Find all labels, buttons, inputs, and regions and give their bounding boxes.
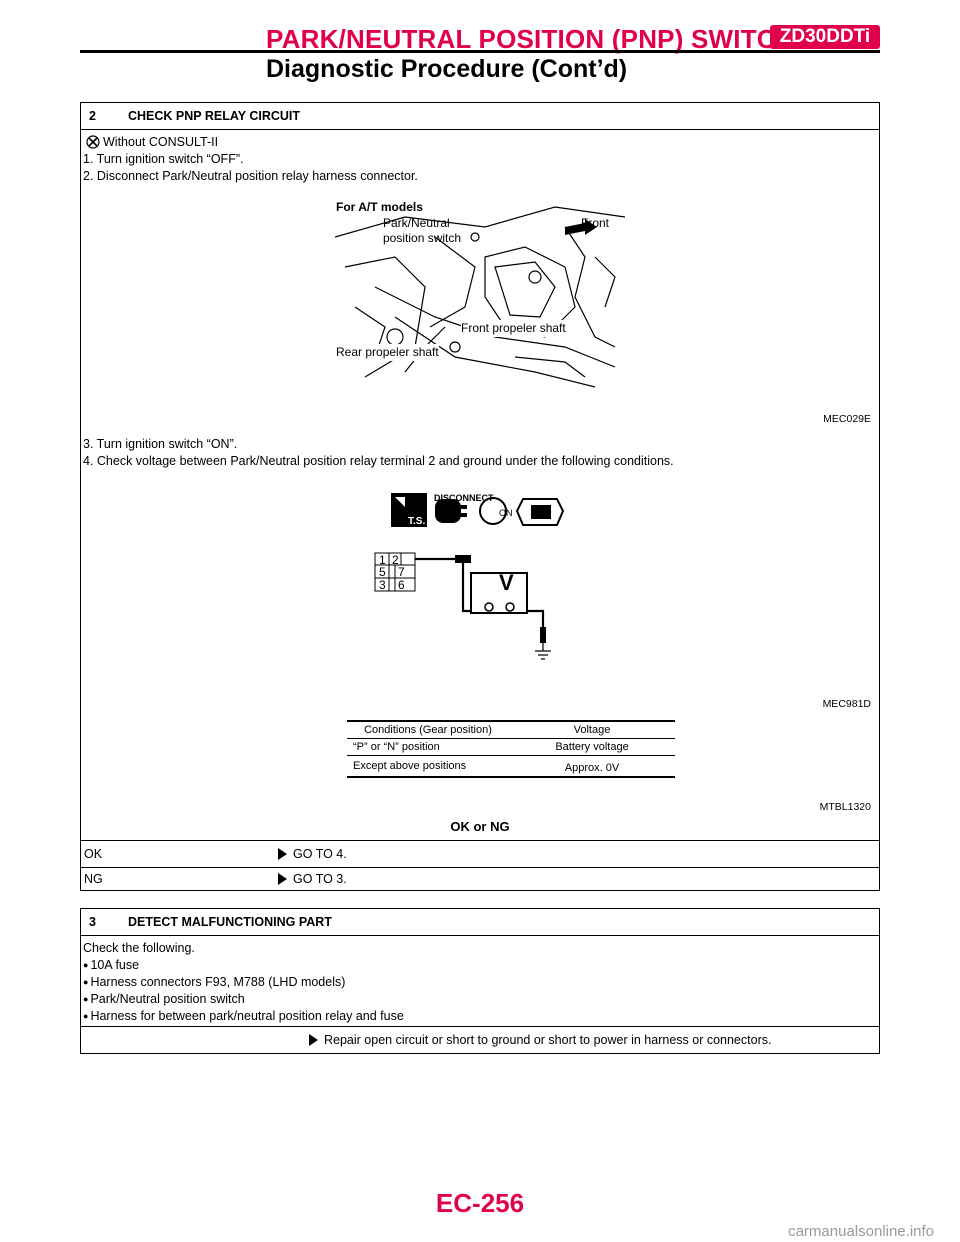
table-header-cell: Conditions (Gear position) [364, 724, 492, 736]
instruction-1: 1. Turn ignition switch “OFF”. [83, 152, 244, 166]
fig1-label-models: For A/T models [336, 200, 423, 214]
table-row: “P” or “N” position Battery voltage [347, 739, 675, 756]
repair-row: Repair open circuit or short to ground o… [81, 1026, 879, 1053]
ts-label: T.S. [408, 516, 426, 527]
fig1-caption: MEC029E [823, 413, 871, 425]
step-3-header: 3 DETECT MALFUNCTIONING PART [81, 909, 879, 936]
step-2-header: 2 CHECK PNP RELAY CIRCUIT [81, 103, 879, 130]
step-number: 3 [89, 915, 96, 929]
instruction-4: 4. Check voltage between Park/Neutral po… [83, 454, 674, 468]
arrow-icon [278, 873, 287, 885]
watermark: carmanualsonline.info [788, 1223, 934, 1240]
section-subtitle: Diagnostic Procedure (Cont’d) [266, 55, 628, 83]
table-header-row: Conditions (Gear position) Voltage [347, 721, 675, 739]
instruction-2: 2. Disconnect Park/Neutral position rela… [83, 169, 418, 183]
table-row: Except above positions Approx. 0V [347, 756, 675, 778]
table-cell: Battery voltage [555, 741, 629, 753]
step-title: CHECK PNP RELAY CIRCUIT [128, 109, 301, 123]
result-label: NG [84, 872, 103, 886]
table-header-cell: Voltage [573, 724, 611, 736]
fig1-label-switch-2: position switch [383, 231, 462, 245]
fig1-label-front: Front [581, 216, 610, 230]
instruction-3: 3. Turn ignition switch “ON”. [83, 437, 238, 451]
check-item: Park/Neutral position switch [83, 991, 244, 1008]
voltmeter-label: V [499, 570, 514, 595]
table-cell: Approx. 0V [564, 762, 620, 774]
table-cell: Except above positions [353, 760, 467, 772]
result-row-ok: OK GO TO 4. [81, 840, 879, 868]
result-label: OK [84, 847, 103, 861]
terminal-6: 6 [398, 578, 405, 592]
check-item: Harness for between park/neutral positio… [83, 1008, 403, 1025]
result-row-ng: NG GO TO 3. [81, 867, 879, 890]
step-3-box: 3 DETECT MALFUNCTIONING PART Check the f… [80, 908, 880, 1054]
engine-badge: ZD30DDTi [770, 25, 880, 49]
conditions-table: Conditions (Gear position) Voltage “P” o… [347, 720, 675, 778]
arrow-icon [278, 848, 287, 860]
fig1-label-rear-shaft: Rear propeler shaft [336, 344, 439, 361]
ok-or-ng-heading: OK or NG [450, 819, 510, 834]
disconnect-label: DISCONNECT [434, 493, 494, 503]
table-caption: MTBL1320 [819, 801, 871, 813]
ignition-on-label: ON [499, 508, 513, 518]
step-2-box: 2 CHECK PNP RELAY CIRCUIT Without CONSUL… [80, 102, 880, 891]
terminal-3: 3 [379, 578, 386, 592]
arrow-icon [309, 1034, 318, 1046]
page-number: EC-256 [435, 1188, 525, 1218]
repair-action: Repair open circuit or short to ground o… [324, 1033, 772, 1047]
check-item: Harness connectors F93, M788 (LHD models… [83, 974, 345, 991]
result-action: GO TO 3. [293, 872, 347, 886]
mode-label: Without CONSULT-II [103, 135, 219, 149]
step-number: 2 [89, 109, 96, 123]
fig1-label-front-shaft: Front propeler shaft [461, 320, 566, 337]
check-intro: Check the following. [83, 941, 195, 955]
result-action: GO TO 4. [293, 847, 347, 861]
no-consult-icon [86, 135, 100, 149]
fig2-caption: MEC981D [822, 698, 871, 710]
check-item: 10A fuse [83, 957, 139, 974]
step-title: DETECT MALFUNCTIONING PART [128, 915, 332, 929]
table-cell: “P” or “N” position [353, 741, 440, 753]
header-rule [80, 50, 880, 53]
